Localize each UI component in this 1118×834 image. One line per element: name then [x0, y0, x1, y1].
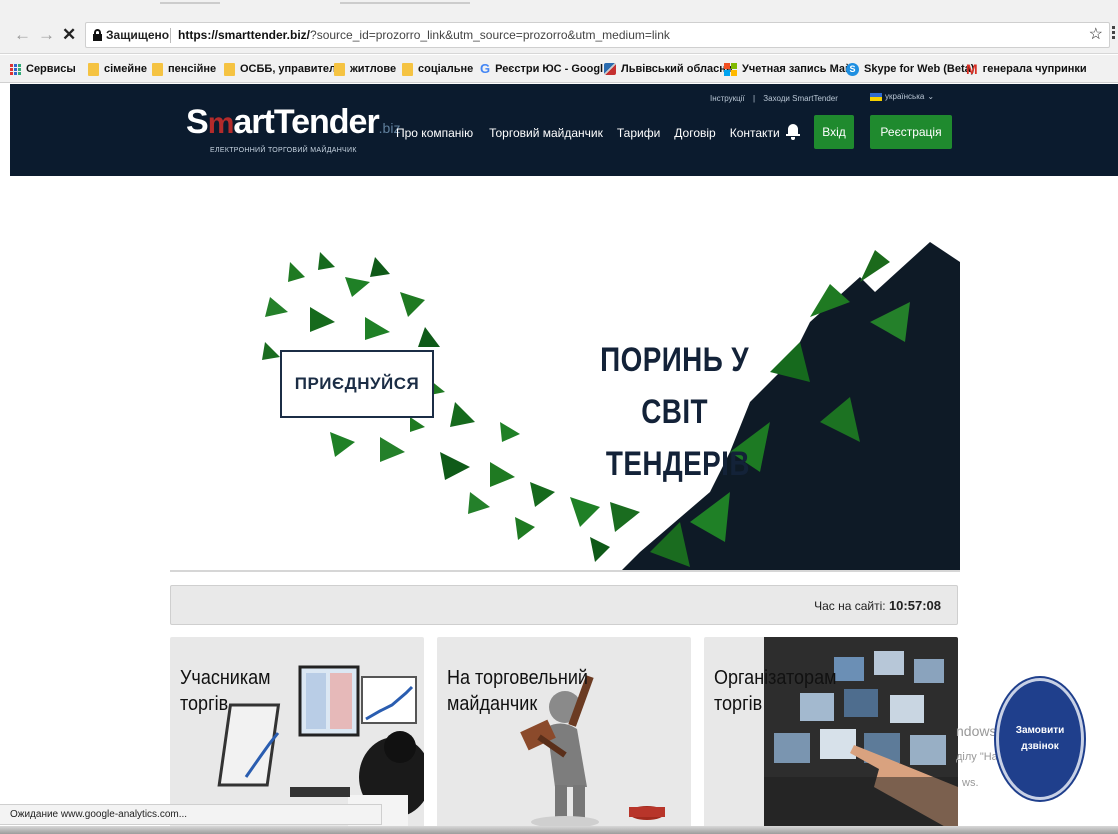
- apps-icon: [10, 63, 21, 75]
- bookmark-skype[interactable]: S Skype for Web (Beta): [846, 55, 974, 82]
- nav-contacts[interactable]: Контакти: [730, 126, 780, 140]
- card-organizers[interactable]: Організаторам торгів: [704, 637, 958, 834]
- card-marketplace-title: На торговельний майданчик: [447, 667, 588, 715]
- site-logo[interactable]: SmartTender.biz ЕЛЕКТРОННИЙ ТОРГОВИЙ МАЙ…: [186, 104, 400, 154]
- logo-wordmark: SmartTender.biz: [186, 103, 401, 141]
- time-on-site-value: 10:57:08: [888, 598, 941, 613]
- address-bar-row: ← → ✕ Защищено https://smarttender.biz/?…: [0, 16, 1118, 54]
- bookmarks-bar: Сервисы сімейне пенсійне ОСББ, управител…: [0, 55, 1118, 83]
- nav-about[interactable]: Про компанію: [396, 126, 473, 140]
- bookmark-services[interactable]: Сервисы: [10, 55, 76, 82]
- browser-status-bar: Ожидание www.google-analytics.com...: [0, 804, 382, 825]
- folder-icon: [334, 62, 345, 76]
- gmail-icon: M: [966, 61, 978, 77]
- logo-subtitle: ЕЛЕКТРОННИЙ ТОРГОВИЙ МАЙДАНЧИК: [210, 147, 357, 154]
- bookmark-folder-social[interactable]: соціальне: [402, 55, 473, 82]
- nav-contract[interactable]: Договір: [674, 126, 715, 140]
- bell-icon[interactable]: [786, 122, 800, 140]
- bookmark-gmail[interactable]: M генерала чупринки: [966, 55, 1087, 82]
- bookmark-registries[interactable]: G Реєстри ЮС - Googl: [480, 55, 603, 82]
- lock-icon: [93, 29, 102, 41]
- nav-marketplace[interactable]: Торговий майданчик: [489, 126, 603, 140]
- time-on-site-label: Час на сайті:: [814, 599, 886, 613]
- tab-strip: [0, 0, 1118, 16]
- register-button[interactable]: Реєстрація: [870, 115, 952, 149]
- back-button[interactable]: ←: [14, 25, 31, 45]
- lviv-icon: [604, 63, 616, 75]
- join-badge[interactable]: ПРИЄДНУЙСЯ: [280, 350, 434, 418]
- time-on-site-bar: Час на сайті: 10:57:08: [170, 585, 958, 625]
- stop-button[interactable]: ✕: [62, 25, 76, 45]
- microsoft-icon: [724, 62, 737, 76]
- nav-pricing[interactable]: Тарифи: [617, 126, 660, 140]
- request-callback-button[interactable]: Замовити дзвінок: [996, 678, 1084, 800]
- bookmark-folder-osbb[interactable]: ОСББ, управитель: [224, 55, 343, 82]
- instructions-link[interactable]: Інструкції: [710, 94, 745, 103]
- url-input[interactable]: Защищено https://smarttender.biz/?source…: [85, 22, 1110, 48]
- forward-button[interactable]: →: [38, 25, 55, 45]
- hero-banner[interactable]: ПРИЄДНУЙСЯ ПОРИНЬ У СВІТ ТЕНДЕРІВ: [170, 222, 960, 574]
- card-marketplace[interactable]: На торговельний майданчик: [437, 637, 691, 834]
- browser-menu-icon[interactable]: [1112, 26, 1115, 41]
- bookmark-folder-family[interactable]: сімейне: [88, 55, 147, 82]
- bookmark-folder-housing[interactable]: житлове: [334, 55, 396, 82]
- folder-icon: [402, 62, 413, 76]
- chevron-down-icon: ⌄: [927, 92, 935, 101]
- bookmark-folder-pension[interactable]: пенсійне: [152, 55, 216, 82]
- card-participants-title: Учасникам торгів: [180, 667, 271, 715]
- events-link[interactable]: Заходи SmartTender: [763, 94, 838, 103]
- language-selector[interactable]: українська ⌄: [870, 92, 934, 101]
- hero-title: ПОРИНЬ У СВІТ ТЕНДЕРІВ: [600, 341, 750, 483]
- window-bottom-edge: [0, 826, 1118, 834]
- ukraine-flag-icon: [870, 92, 882, 101]
- secure-label: Защищено: [106, 28, 170, 42]
- skype-icon: S: [846, 62, 859, 76]
- google-icon: G: [480, 61, 491, 76]
- browser-window: ← → ✕ Защищено https://smarttender.biz/?…: [0, 0, 1118, 834]
- folder-icon: [224, 62, 235, 76]
- folder-icon: [152, 62, 163, 76]
- bookmark-lviv[interactable]: Львівський обласни: [604, 55, 733, 82]
- card-organizers-title: Організаторам торгів: [714, 667, 837, 715]
- top-links: Інструкції | Заходи SmartTender: [710, 94, 838, 103]
- main-nav: Про компанію Торговий майданчик Тарифи Д…: [396, 126, 780, 140]
- site-header: SmartTender.biz ЕЛЕКТРОННИЙ ТОРГОВИЙ МАЙ…: [10, 84, 1118, 176]
- folder-icon: [88, 62, 99, 76]
- login-button[interactable]: Вхід: [814, 115, 854, 149]
- bookmark-microsoft[interactable]: Учетная запись Май: [724, 55, 852, 82]
- url-text: https://smarttender.biz/?source_id=prozo…: [178, 28, 670, 42]
- hero-divider: [170, 570, 960, 572]
- bookmark-star-icon[interactable]: ☆: [1089, 23, 1103, 47]
